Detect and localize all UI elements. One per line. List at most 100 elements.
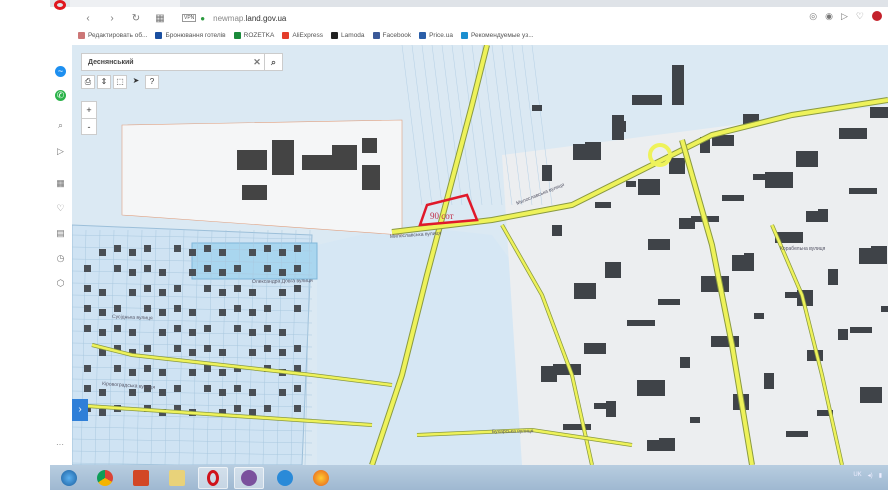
opera-taskbar-icon[interactable] xyxy=(198,466,228,489)
building xyxy=(870,107,888,118)
building xyxy=(99,329,106,336)
bookmark-icon xyxy=(282,31,290,39)
map-canvas[interactable]: 90 сотМилославська вулицяМилославська ву… xyxy=(72,45,888,465)
building xyxy=(189,329,196,336)
forward-icon[interactable]: › xyxy=(104,13,120,24)
volume-icon[interactable]: ◂) xyxy=(868,472,873,479)
building xyxy=(722,195,744,201)
building xyxy=(219,389,226,396)
network-icon[interactable]: ▮ xyxy=(879,472,882,479)
building xyxy=(796,151,818,167)
bookmark-item[interactable]: AliExpress xyxy=(282,31,323,39)
bookmark-label: Lamoda xyxy=(341,31,365,39)
building xyxy=(99,249,106,256)
history-icon[interactable]: ◷ xyxy=(55,253,66,264)
url-field[interactable]: newmap.land.gov.ua xyxy=(213,14,286,23)
building xyxy=(84,305,91,312)
expand-panel-button[interactable]: › xyxy=(72,399,88,421)
tabs-grid-icon[interactable]: ▦ xyxy=(152,13,168,24)
heart-icon[interactable]: ♡ xyxy=(856,11,864,22)
building xyxy=(219,369,226,376)
map-view[interactable]: 90 сот Милославська вулиця Милославська ву… xyxy=(72,45,888,465)
viber-icon[interactable] xyxy=(234,466,264,489)
bookmark-item[interactable]: Редактировать об... xyxy=(78,31,147,39)
search-input[interactable]: Деснянський xyxy=(82,59,250,66)
building xyxy=(574,283,596,299)
building xyxy=(99,309,106,316)
building xyxy=(264,325,271,332)
building xyxy=(249,329,256,336)
bookmark-item[interactable]: Facebook xyxy=(372,31,411,39)
building xyxy=(294,265,301,272)
building xyxy=(99,409,106,416)
file-explorer-icon[interactable] xyxy=(162,467,192,489)
building xyxy=(279,349,286,356)
building xyxy=(754,313,764,319)
help-icon[interactable]: ? xyxy=(145,75,159,89)
language-indicator[interactable]: UK xyxy=(853,472,861,479)
lock-icon[interactable]: ● xyxy=(200,14,205,23)
building xyxy=(219,349,226,356)
industrial-area xyxy=(121,119,403,236)
building xyxy=(174,345,181,352)
search-icon[interactable]: ⌕ xyxy=(55,120,66,131)
back-icon[interactable]: ‹ xyxy=(80,13,96,24)
more-icon[interactable]: ··· xyxy=(56,440,64,449)
pointer-icon[interactable]: ➤ xyxy=(129,75,143,89)
building xyxy=(84,385,91,392)
building xyxy=(605,262,621,278)
building xyxy=(638,179,660,195)
building xyxy=(242,185,267,200)
start-button[interactable] xyxy=(54,467,84,489)
building xyxy=(332,145,357,170)
adblock-icon[interactable]: ◉ xyxy=(825,11,833,22)
building xyxy=(294,305,301,312)
avatar[interactable] xyxy=(872,11,882,21)
reload-icon[interactable]: ↻ xyxy=(128,13,144,24)
search-box[interactable]: Деснянський ✕ ⌕ xyxy=(81,53,283,71)
building xyxy=(249,389,256,396)
speed-dial-icon[interactable]: ▦ xyxy=(55,178,66,189)
building xyxy=(249,289,256,296)
powerpoint-icon[interactable] xyxy=(126,467,156,489)
building xyxy=(249,249,256,256)
messenger-icon[interactable]: ~ xyxy=(55,66,66,77)
send-icon[interactable]: ▷ xyxy=(841,11,848,22)
bookmark-item[interactable]: Price.ua xyxy=(419,31,453,39)
building xyxy=(204,245,211,252)
building xyxy=(129,329,136,336)
internet-explorer-icon[interactable] xyxy=(270,467,300,489)
zoom-in-button[interactable]: + xyxy=(82,102,96,118)
building xyxy=(204,365,211,372)
camera-icon[interactable]: ◎ xyxy=(809,11,817,22)
clear-icon[interactable]: ✕ xyxy=(250,57,264,68)
bookmark-item[interactable]: Рекомендуемые уз... xyxy=(460,31,534,39)
measure-icon[interactable]: ⇕ xyxy=(97,75,111,89)
zoom-out-button[interactable]: - xyxy=(82,118,96,134)
bookmark-item[interactable]: ROZETKA xyxy=(233,31,274,39)
send-icon[interactable]: ▷ xyxy=(55,146,66,157)
building xyxy=(563,424,591,430)
whatsapp-icon[interactable]: ✆ xyxy=(55,90,66,101)
building xyxy=(144,245,151,252)
news-icon[interactable]: ▤ xyxy=(55,228,66,239)
vpn-badge[interactable]: VPN xyxy=(182,14,197,22)
building xyxy=(204,325,211,332)
chrome-icon[interactable] xyxy=(90,467,120,489)
building xyxy=(99,289,106,296)
firefox-icon[interactable] xyxy=(306,467,336,489)
opera-logo-icon[interactable] xyxy=(54,0,66,10)
browser-tab[interactable] xyxy=(70,0,180,7)
building xyxy=(294,345,301,352)
building xyxy=(234,405,241,412)
print-icon[interactable]: ⎙ xyxy=(81,75,95,89)
url-prefix: newmap. xyxy=(213,13,246,23)
bookmark-item[interactable]: Lamoda xyxy=(331,31,365,39)
building xyxy=(532,105,542,111)
extensions-icon[interactable]: ⬡ xyxy=(55,278,66,289)
heart-icon[interactable]: ♡ xyxy=(55,203,66,214)
bookmark-icon xyxy=(233,31,241,39)
search-button[interactable]: ⌕ xyxy=(264,54,282,70)
bookmark-item[interactable]: Бронювання готелів xyxy=(155,31,226,39)
select-area-icon[interactable]: ⬚ xyxy=(113,75,127,89)
